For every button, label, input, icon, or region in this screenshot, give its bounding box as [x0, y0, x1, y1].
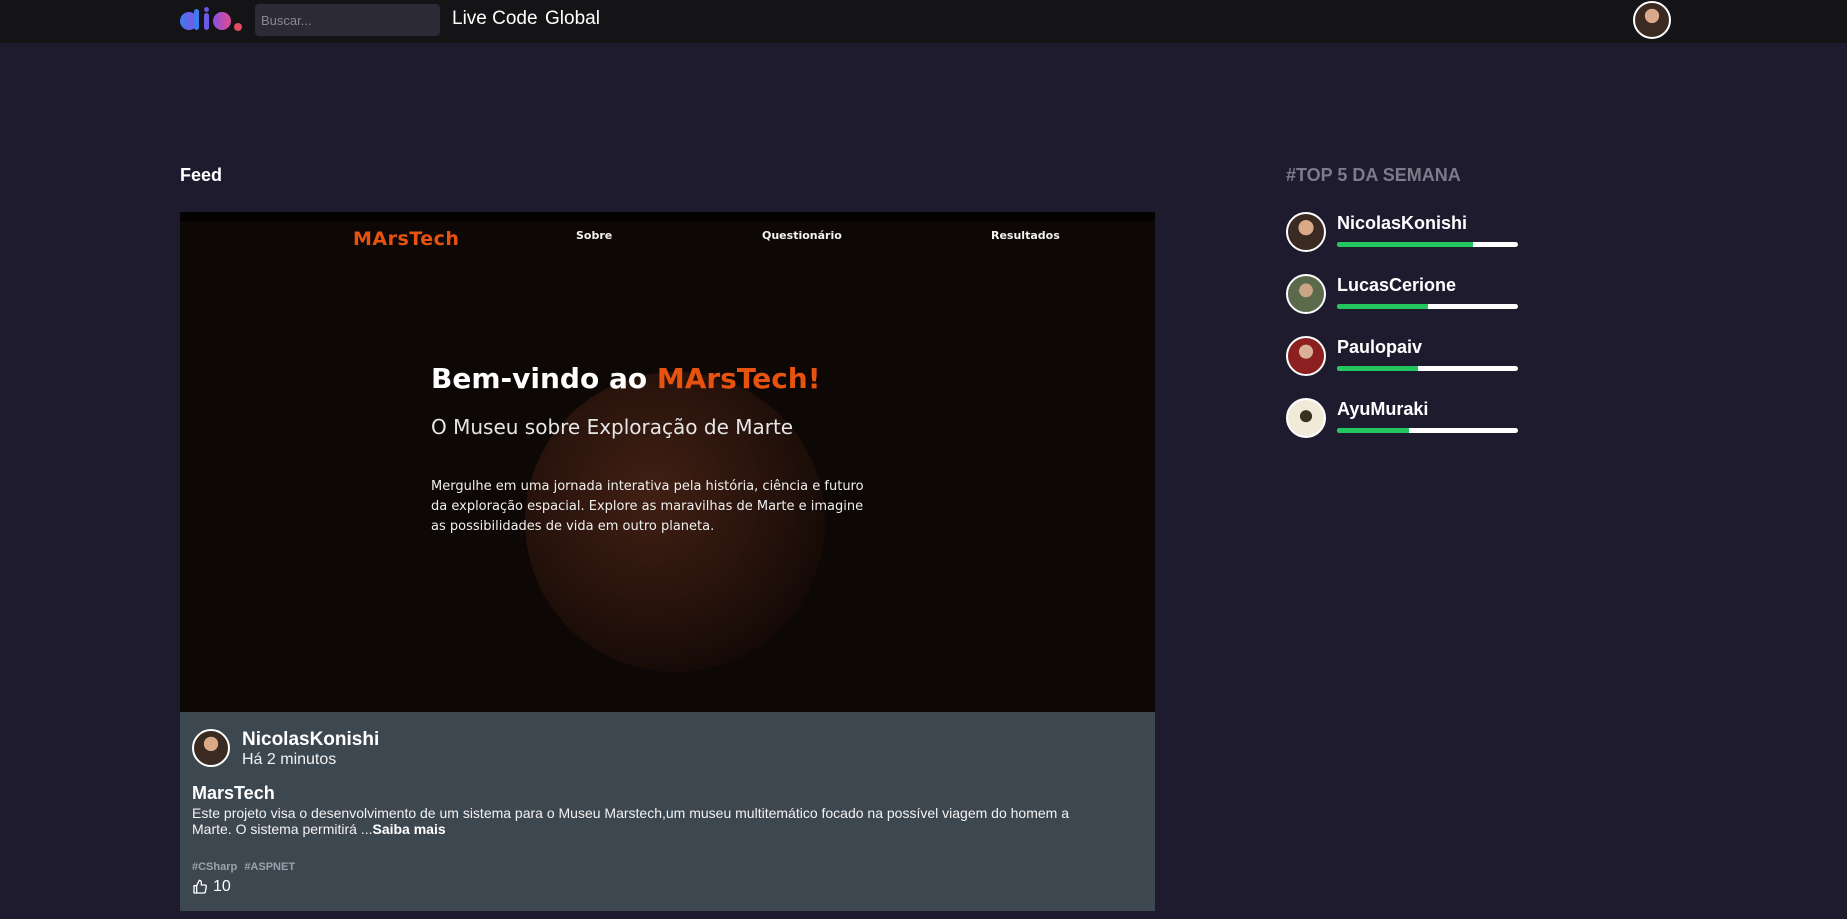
ranking-avatar[interactable]	[1286, 274, 1326, 314]
nav-global[interactable]: Global	[545, 8, 600, 30]
top-navbar: Live Code Global	[0, 0, 1847, 43]
ranking-progress-fill	[1337, 428, 1410, 433]
read-more-link[interactable]: Saiba mais	[372, 821, 445, 837]
like-button[interactable]: 10	[192, 878, 231, 896]
ranking-name[interactable]: Paulopaiv	[1337, 337, 1422, 358]
post-description-text: Este projeto visa o desenvolvimento de u…	[192, 805, 1069, 837]
author-name[interactable]: NicolasKonishi	[242, 729, 379, 751]
dio-logo[interactable]	[179, 7, 245, 33]
ranking-item[interactable]: AyuMuraki	[1286, 398, 1526, 438]
ranking-item[interactable]: Paulopaiv	[1286, 336, 1526, 376]
preview-nav-questionario: Questionário	[762, 229, 842, 242]
post-info: NicolasKonishi Há 2 minutos MarsTech Est…	[180, 712, 1155, 911]
ranking-name[interactable]: NicolasKonishi	[1337, 213, 1467, 234]
ranking-progress-fill	[1337, 366, 1419, 371]
ranking-progress-bar	[1337, 428, 1518, 433]
ranking-name[interactable]: AyuMuraki	[1337, 399, 1428, 420]
post-description: Este projeto visa o desenvolvimento de u…	[192, 805, 1072, 837]
marstech-logo: MArsTech	[353, 228, 460, 250]
ranking-progress-bar	[1337, 242, 1518, 247]
tag[interactable]: #ASPNET	[244, 861, 295, 873]
preview-hero-subtitle: O Museu sobre Exploração de Marte	[431, 415, 794, 439]
ranking-progress-fill	[1337, 304, 1428, 309]
preview-nav-resultados: Resultados	[991, 229, 1060, 242]
ranking-title: #TOP 5 DA SEMANA	[1286, 165, 1461, 185]
ranking-item[interactable]: LucasCerione	[1286, 274, 1526, 314]
search-input[interactable]	[255, 4, 440, 36]
ranking-progress-bar	[1337, 304, 1518, 309]
preview-top-strip	[180, 212, 1155, 222]
nav-live-code[interactable]: Live Code	[452, 8, 538, 30]
post-time: Há 2 minutos	[242, 751, 337, 768]
ranking-avatar[interactable]	[1286, 212, 1326, 252]
author-avatar[interactable]	[192, 729, 230, 767]
post-tags: #CSharp #ASPNET	[192, 861, 299, 873]
post-title[interactable]: MarsTech	[192, 783, 275, 804]
user-avatar[interactable]	[1633, 1, 1671, 39]
post-card[interactable]: MArsTech Sobre Questionário Resultados B…	[180, 212, 1155, 911]
ranking-item[interactable]: NicolasKonishi	[1286, 212, 1526, 252]
ranking-progress-bar	[1337, 366, 1518, 371]
post-preview-image[interactable]: MArsTech Sobre Questionário Resultados B…	[180, 212, 1155, 712]
preview-hero-title: Bem-vindo ao MArsTech!	[431, 362, 821, 395]
ranking-name[interactable]: LucasCerione	[1337, 275, 1456, 296]
ranking-avatar[interactable]	[1286, 336, 1326, 376]
thumbs-up-icon	[193, 879, 207, 894]
ranking-avatar[interactable]	[1286, 398, 1326, 438]
like-count: 10	[213, 878, 231, 895]
hero-title-prefix: Bem-vindo ao	[431, 362, 657, 395]
preview-hero-description: Mergulhe em uma jornada interativa pela …	[431, 479, 864, 534]
tag[interactable]: #CSharp	[192, 861, 237, 873]
hero-title-accent: MArsTech!	[656, 362, 821, 395]
feed-title: Feed	[180, 165, 223, 185]
preview-nav-sobre: Sobre	[576, 229, 613, 242]
ranking-progress-fill	[1337, 242, 1473, 247]
